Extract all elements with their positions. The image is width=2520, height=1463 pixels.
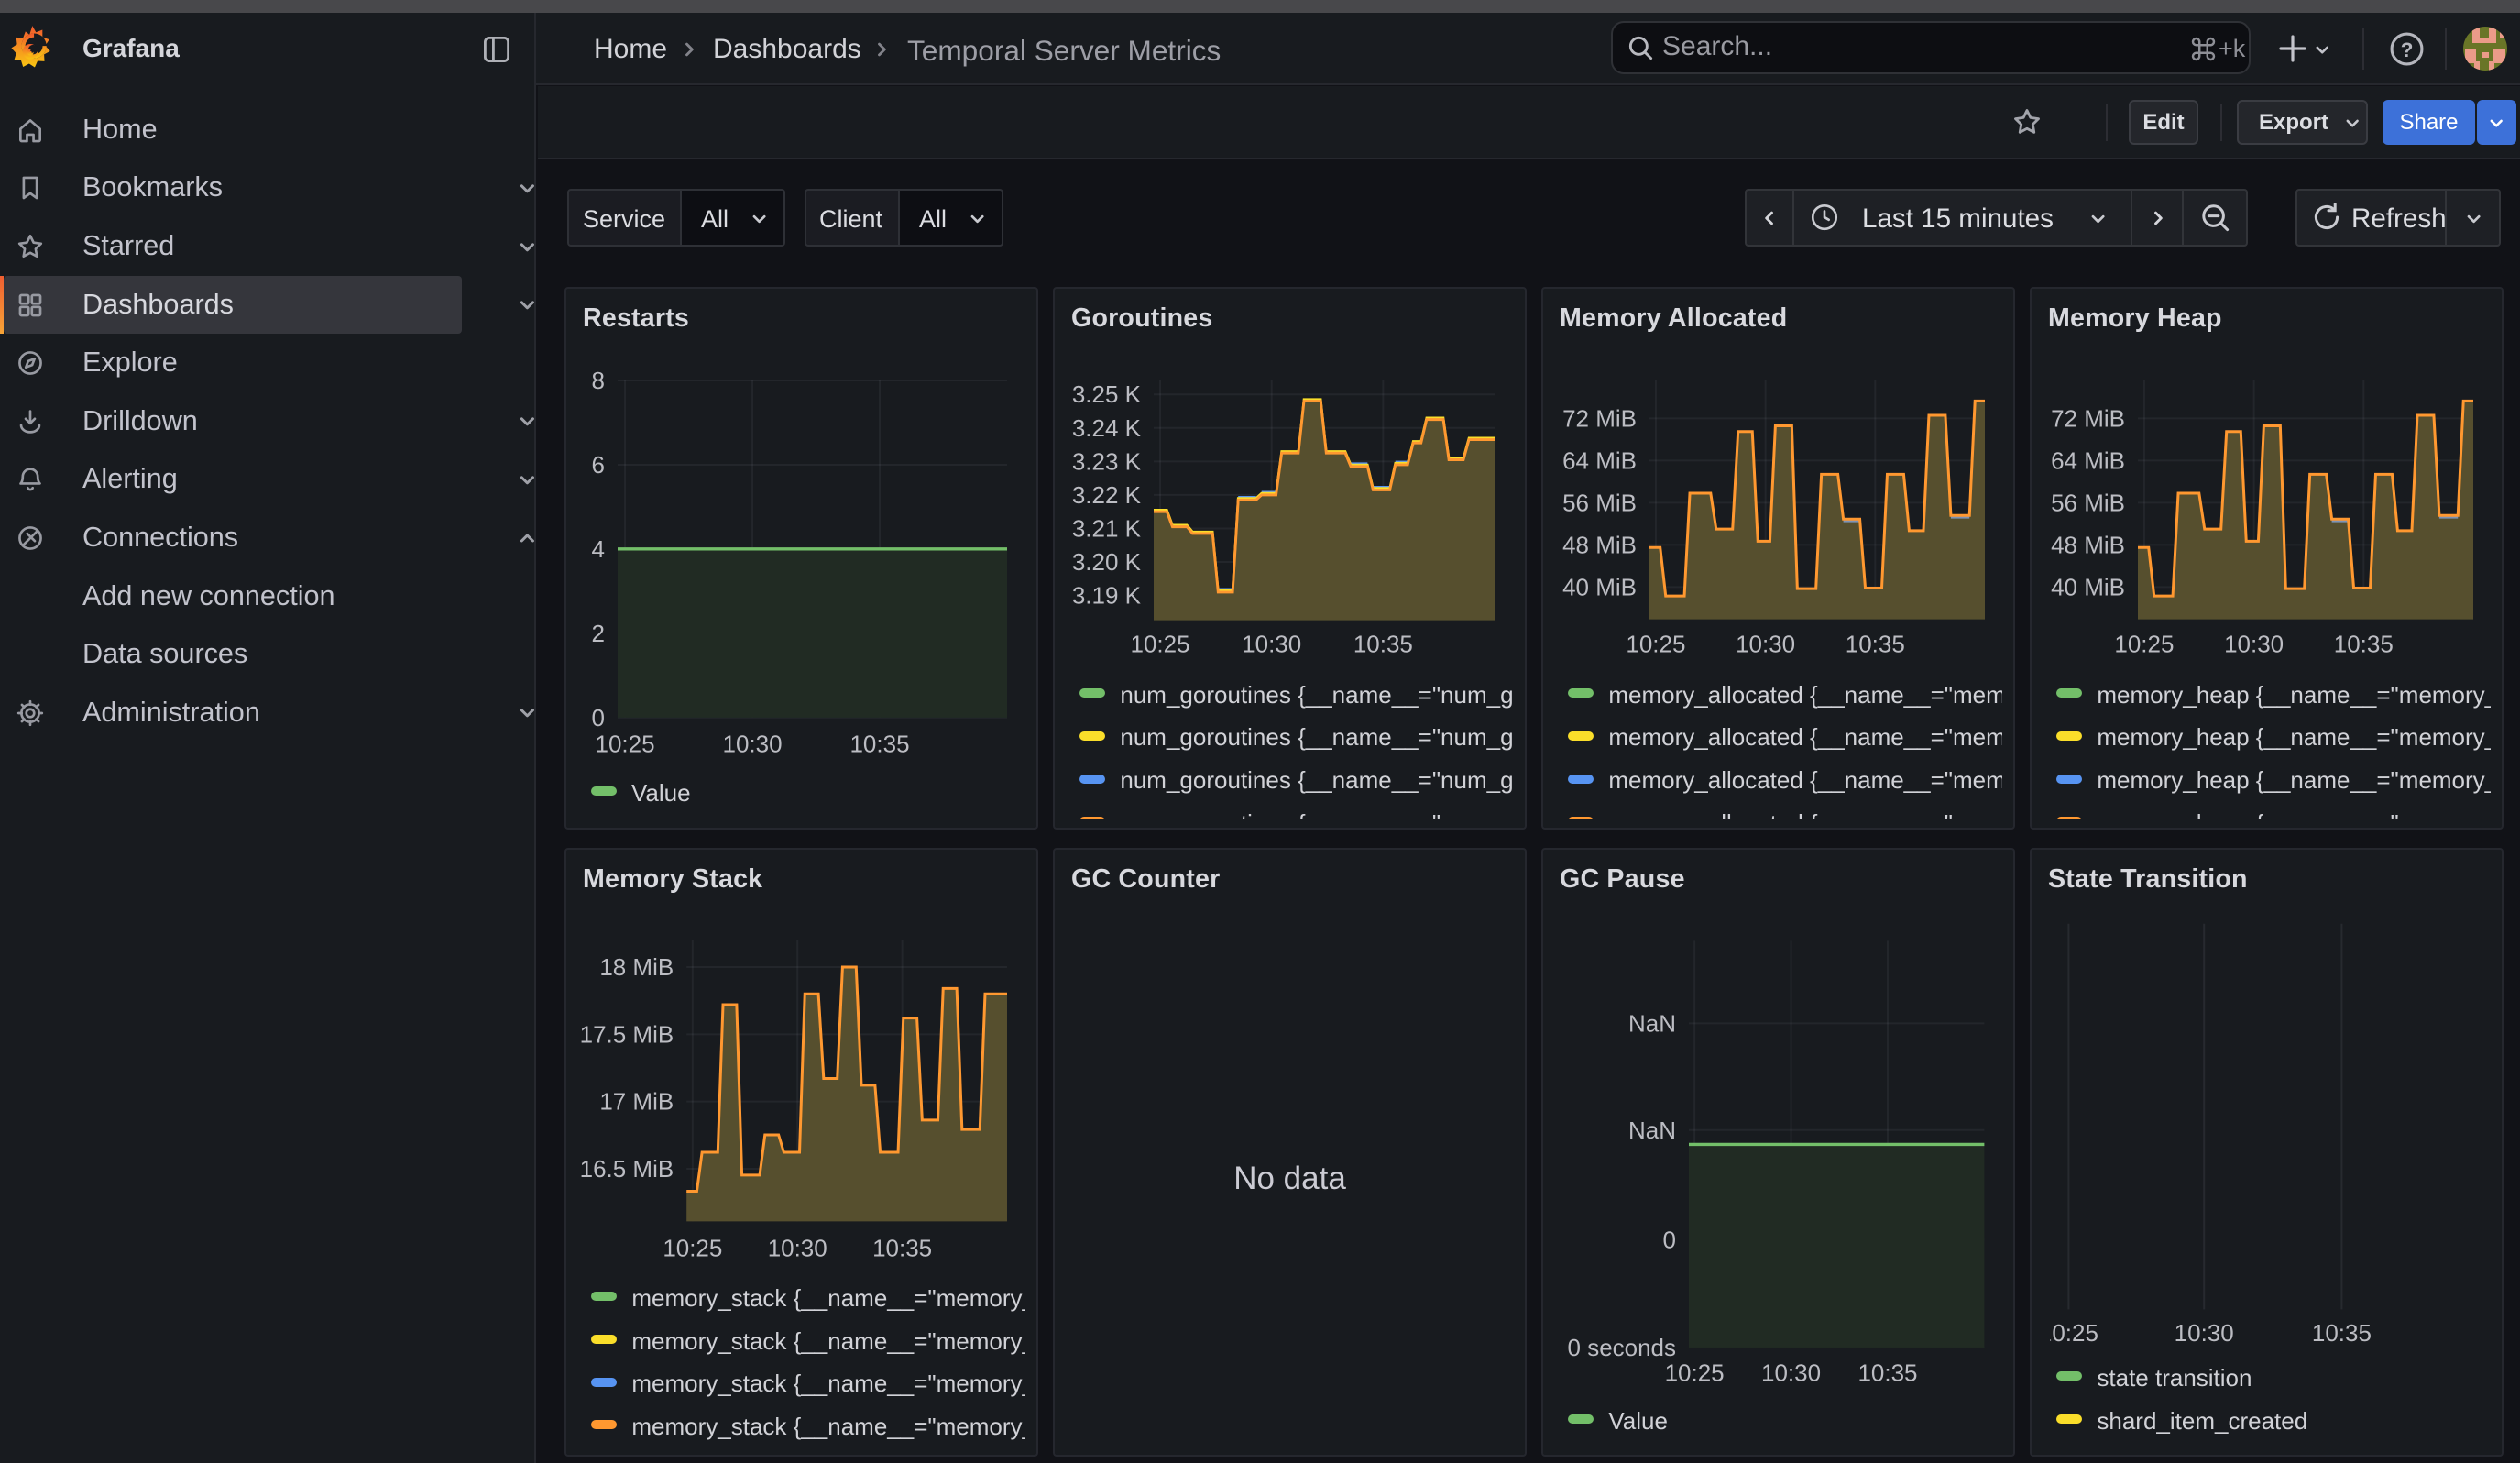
svg-text:10:35: 10:35 xyxy=(849,731,909,758)
svg-text:10:25: 10:25 xyxy=(663,1234,722,1261)
svg-text:10:25: 10:25 xyxy=(596,731,655,758)
svg-text:?: ? xyxy=(2401,39,2414,62)
svg-text:0: 0 xyxy=(1663,1226,1676,1253)
svg-text:6: 6 xyxy=(592,451,605,478)
svg-text:10:35: 10:35 xyxy=(872,1234,932,1261)
svg-text:10:25: 10:25 xyxy=(1665,1358,1725,1386)
svg-text:16.5 MiB: 16.5 MiB xyxy=(580,1155,674,1182)
svg-text:0: 0 xyxy=(592,704,605,732)
svg-text:4: 4 xyxy=(592,535,605,563)
svg-text:NaN: NaN xyxy=(1628,1116,1676,1143)
svg-text:10:35: 10:35 xyxy=(1857,1358,1917,1386)
svg-text:2: 2 xyxy=(592,620,605,647)
svg-text:10:30: 10:30 xyxy=(1761,1358,1821,1386)
svg-text:10:25: 10:25 xyxy=(2039,1318,2098,1346)
svg-text:10:30: 10:30 xyxy=(2175,1318,2234,1346)
svg-text:8: 8 xyxy=(592,367,605,394)
svg-text:18 MiB: 18 MiB xyxy=(599,953,674,981)
svg-text:0 seconds: 0 seconds xyxy=(1568,1334,1676,1361)
svg-text:17.5 MiB: 17.5 MiB xyxy=(580,1020,674,1048)
svg-text:10:30: 10:30 xyxy=(723,731,783,758)
svg-text:17 MiB: 17 MiB xyxy=(599,1087,674,1115)
svg-text:NaN: NaN xyxy=(1628,1009,1676,1037)
svg-text:10:35: 10:35 xyxy=(2312,1318,2372,1346)
svg-text:10:30: 10:30 xyxy=(768,1234,827,1261)
